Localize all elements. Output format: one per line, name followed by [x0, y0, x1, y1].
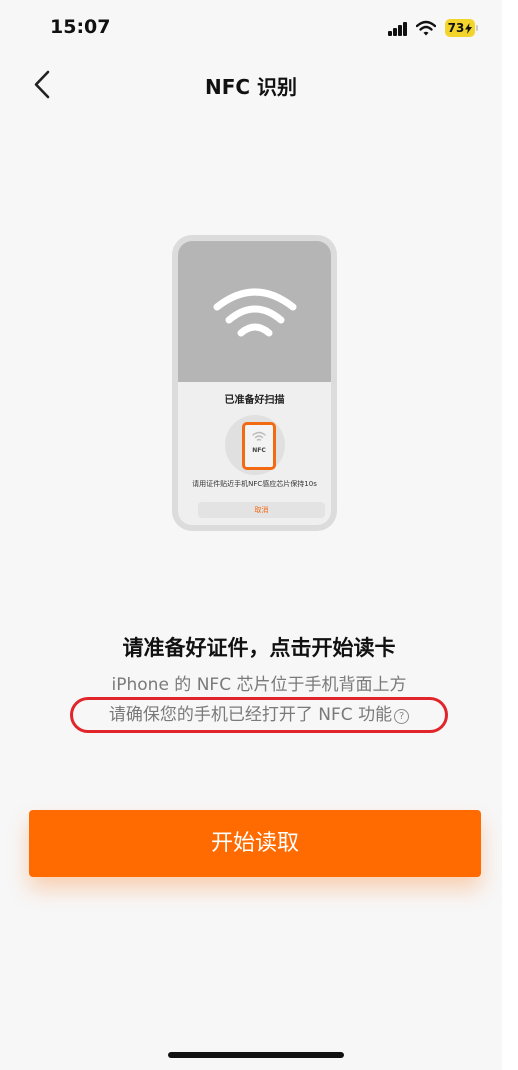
- mini-phone-icon: NFC: [242, 422, 276, 470]
- wifi-icon: [416, 20, 436, 36]
- bolt-icon: [465, 22, 473, 34]
- battery-level: 73: [447, 21, 465, 35]
- page-title: NFC 识别: [204, 75, 298, 99]
- nfc-location-hint: iPhone 的 NFC 芯片位于手机背面上方: [111, 675, 407, 695]
- battery-charging-icon: 73: [445, 19, 475, 37]
- signal-icon: [388, 22, 408, 36]
- annotation-highlight: [70, 697, 448, 733]
- wireless-signal-icon: [213, 288, 297, 337]
- home-indicator: [168, 1052, 344, 1058]
- app-screen: 15:07 73 NFC 识别 已准备好扫描 NFC 请用证件贴近手机NFC感应…: [0, 0, 502, 1070]
- start-reading-button[interactable]: 开始读取: [29, 810, 481, 877]
- nfc-illustration: 已准备好扫描 NFC 请用证件贴近手机NFC感应芯片保持10s 取消: [172, 235, 337, 531]
- mini-wireless-icon: [252, 431, 266, 441]
- mini-phone-label: NFC: [252, 447, 266, 454]
- phone-screen: 已准备好扫描 NFC 请用证件贴近手机NFC感应芯片保持10s 取消: [178, 241, 331, 525]
- instruction-headline: 请准备好证件，点击开始读卡: [122, 636, 396, 660]
- phone-top-area: [178, 241, 331, 382]
- scan-sheet-hint: 请用证件贴近手机NFC感应芯片保持10s: [192, 480, 317, 488]
- battery-tip: [476, 25, 478, 31]
- status-time: 15:07: [50, 16, 111, 38]
- scan-sheet-cancel: 取消: [198, 502, 325, 518]
- screenshot-margin: [502, 0, 518, 1070]
- scan-sheet-title: 已准备好扫描: [224, 395, 285, 406]
- phone-frame: 已准备好扫描 NFC 请用证件贴近手机NFC感应芯片保持10s 取消: [172, 235, 337, 531]
